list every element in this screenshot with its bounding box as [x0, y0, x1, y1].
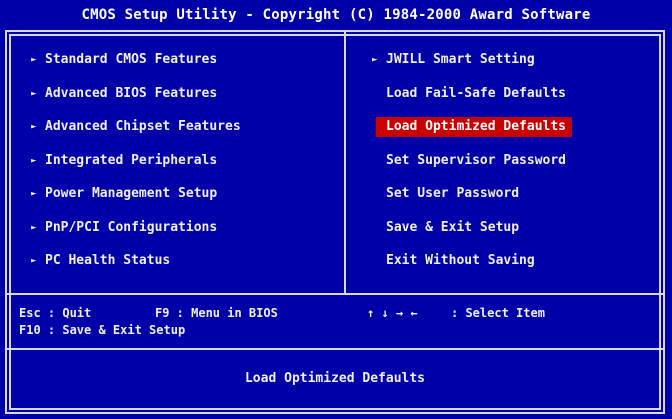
menu-item-power-management[interactable]: ► Power Management Setup: [31, 184, 217, 204]
menu-item-advanced-bios[interactable]: ► Advanced BIOS Features: [31, 84, 217, 104]
menu-item-set-user-password[interactable]: Set User Password: [386, 184, 519, 204]
menu-item-jwill-smart-setting[interactable]: ► JWILL Smart Setting: [372, 50, 535, 70]
menu-item-label: Set User Password: [386, 186, 520, 201]
menu-item-load-fail-safe[interactable]: Load Fail-Safe Defaults: [386, 84, 566, 104]
menu-item-label: Load Fail-Safe Defaults: [386, 85, 567, 101]
menu-item-label: Advanced Chipset Features: [45, 119, 241, 134]
submenu-arrow-icon: ►: [31, 222, 37, 233]
help-status-divider: [7, 348, 663, 350]
menu-item-label: Save & Exit Setup: [386, 219, 520, 235]
menu-item-label: PC Health Status: [45, 253, 171, 268]
submenu-arrow-icon: ►: [31, 55, 37, 65]
submenu-arrow-icon: ►: [31, 155, 37, 166]
menu-item-label: Standard CMOS Features: [45, 52, 218, 67]
menu-item-advanced-chipset[interactable]: ► Advanced Chipset Features: [31, 117, 241, 137]
menu-item-label: Power Management Setup: [45, 186, 218, 201]
menu-help-divider: [7, 293, 663, 295]
submenu-arrow-icon: ►: [31, 189, 37, 199]
menu-item-label: PnP/PCI Configurations: [45, 219, 218, 235]
menu-item-integrated-peripherals[interactable]: ► Integrated Peripherals: [31, 151, 217, 171]
help-esc-quit: Esc : Quit: [19, 306, 92, 320]
status-description: Load Optimized Defaults: [244, 371, 425, 386]
help-f10-save-exit: F10 : Save & Exit Setup: [19, 323, 186, 337]
help-f9-menu: F9 : Menu in BIOS: [155, 306, 278, 320]
submenu-arrow-icon: ►: [31, 256, 37, 266]
help-arrow-keys-icon: ↑ ↓ → ←: [367, 306, 418, 320]
menu-item-set-supervisor-password[interactable]: Set Supervisor Password: [386, 151, 566, 171]
menu-item-load-optimized[interactable]: Load Optimized Defaults: [376, 117, 573, 137]
menu-item-label: Set Supervisor Password: [386, 152, 567, 168]
menu-item-label: Advanced BIOS Features: [45, 85, 218, 101]
bios-frame: ► Standard CMOS Features ► Advanced BIOS…: [5, 30, 665, 414]
submenu-arrow-icon: ►: [31, 88, 37, 99]
menu-item-pnp-pci[interactable]: ► PnP/PCI Configurations: [31, 218, 217, 238]
window-title: CMOS Setup Utility - Copyright (C) 1984-…: [81, 7, 591, 23]
column-divider: [344, 32, 346, 294]
submenu-arrow-icon: ►: [31, 122, 37, 132]
menu-item-save-exit[interactable]: Save & Exit Setup: [386, 218, 519, 238]
menu-item-pc-health[interactable]: ► PC Health Status: [31, 251, 170, 271]
submenu-arrow-icon: ►: [372, 55, 378, 65]
menu-item-label: JWILL Smart Setting: [386, 52, 535, 67]
help-select-item: : Select Item: [451, 306, 545, 320]
menu-item-label: Load Optimized Defaults: [386, 119, 567, 134]
menu-item-label: Exit Without Saving: [386, 253, 535, 268]
menu-item-label: Integrated Peripherals: [45, 152, 218, 168]
menu-item-exit-without-saving[interactable]: Exit Without Saving: [386, 251, 535, 271]
menu-item-standard-cmos[interactable]: ► Standard CMOS Features: [31, 50, 217, 70]
